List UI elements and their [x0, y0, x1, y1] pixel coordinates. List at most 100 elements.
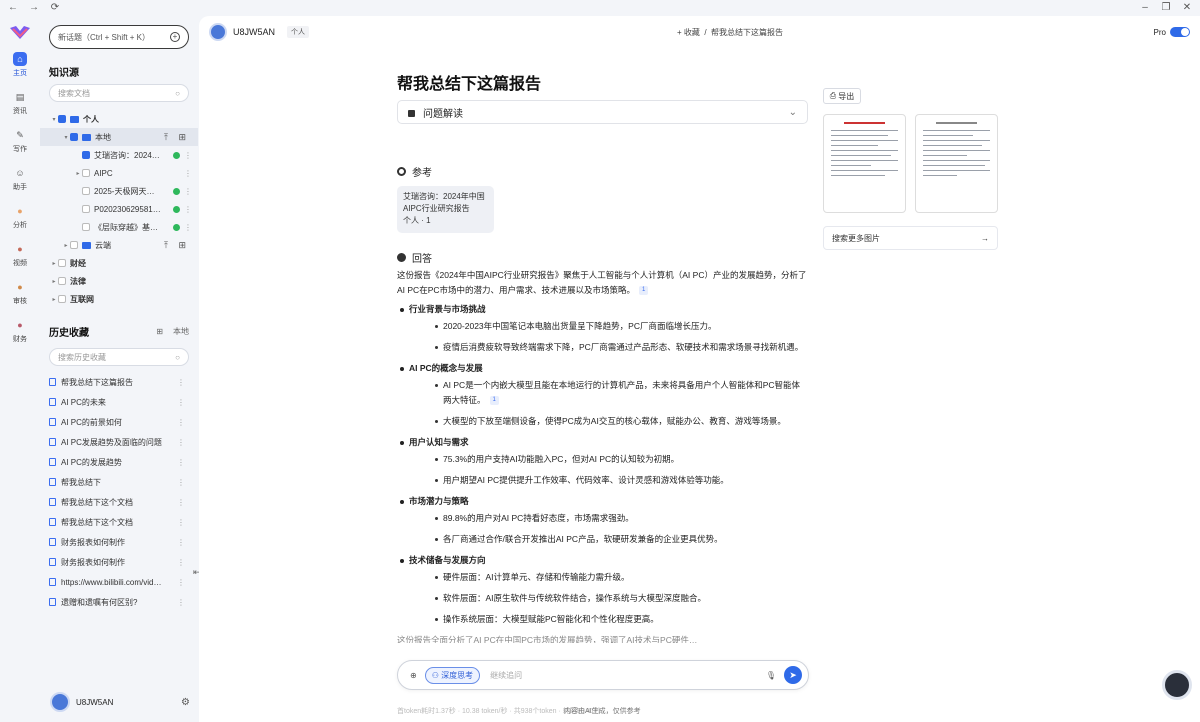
- more-icon[interactable]: ⋮: [177, 498, 185, 507]
- checkbox[interactable]: [70, 133, 78, 141]
- rail-item-1[interactable]: ▤ 资讯: [2, 90, 38, 116]
- add-folder-icon[interactable]: ⊞: [156, 327, 163, 336]
- checkbox[interactable]: [82, 187, 90, 195]
- chevron-icon[interactable]: ▸: [74, 170, 82, 177]
- history-item[interactable]: AI PC的未来 ⋮: [49, 392, 189, 412]
- history-item[interactable]: 帮我总结下这个文档 ⋮: [49, 492, 189, 512]
- rail-item-0[interactable]: ⌂ 主页: [2, 52, 38, 78]
- history-item[interactable]: 帮我总结下这个文档 ⋮: [49, 512, 189, 532]
- history-search-input[interactable]: 搜索历史收藏 ○: [49, 348, 189, 366]
- upload-icon[interactable]: ⤒: [164, 240, 168, 251]
- tree-row[interactable]: ▸ 互联网: [40, 290, 198, 308]
- more-icon[interactable]: ⋮: [177, 518, 185, 527]
- attach-plus-icon[interactable]: ⊕: [410, 671, 417, 680]
- add-folder-icon[interactable]: ⊞: [178, 240, 186, 251]
- rail-item-3[interactable]: ☺ 助手: [2, 166, 38, 192]
- kb-search-input[interactable]: 搜索文档 ○: [49, 84, 189, 102]
- tree-row[interactable]: 《层际穿越》基… ⋮: [40, 218, 198, 236]
- history-item[interactable]: AI PC的发展趋势 ⋮: [49, 452, 189, 472]
- checkbox[interactable]: [58, 277, 66, 285]
- rail-item-5[interactable]: ● 视频: [2, 242, 38, 268]
- rail-item-6[interactable]: ● 审核: [2, 280, 38, 306]
- tree-row[interactable]: ▸ 云端 ⤒ ⊞: [40, 236, 198, 254]
- pro-toggle[interactable]: [1170, 27, 1190, 37]
- checkbox[interactable]: [82, 169, 90, 177]
- more-images-button[interactable]: 搜索更多图片 →: [823, 226, 998, 250]
- tree-row[interactable]: ▾ 本地 ⤒ ⊞: [40, 128, 198, 146]
- history-item[interactable]: AI PC发展趋势及面临的问题 ⋮: [49, 432, 189, 452]
- tree-row[interactable]: ▾ 个人: [40, 110, 198, 128]
- more-icon[interactable]: ⋮: [177, 538, 185, 547]
- history-item[interactable]: 财务报表如何制作 ⋮: [49, 552, 189, 572]
- checkbox[interactable]: [58, 295, 66, 303]
- more-icon[interactable]: ⋮: [177, 438, 185, 447]
- checkbox[interactable]: [70, 241, 78, 249]
- more-icon[interactable]: ⋮: [184, 169, 192, 178]
- minimize-icon[interactable]: –: [1140, 3, 1150, 13]
- avatar[interactable]: [50, 692, 70, 712]
- add-folder-icon[interactable]: ⊞: [178, 132, 186, 143]
- checkbox[interactable]: [82, 151, 90, 159]
- maximize-icon[interactable]: ❐: [1161, 3, 1171, 13]
- document-thumbnail[interactable]: [823, 114, 906, 213]
- chat-input-field[interactable]: 继续追问: [490, 670, 766, 681]
- history-item[interactable]: AI PC的前景如何 ⋮: [49, 412, 189, 432]
- tree-row[interactable]: ▸ 财经: [40, 254, 198, 272]
- chevron-icon[interactable]: ▸: [50, 260, 58, 267]
- checkbox[interactable]: [58, 259, 66, 267]
- pro-switch[interactable]: Pro: [1154, 27, 1190, 37]
- history-item[interactable]: 帮我总结下 ⋮: [49, 472, 189, 492]
- chat-input-bar[interactable]: ⊕ ⚇ 深度思考 继续追问 🎙 ➤: [397, 660, 809, 690]
- close-icon[interactable]: ✕: [1182, 3, 1192, 13]
- deep-thinking-toggle[interactable]: ⚇ 深度思考: [424, 666, 481, 684]
- document-thumbnail[interactable]: [915, 114, 998, 213]
- more-icon[interactable]: ⋮: [177, 478, 185, 487]
- microphone-icon[interactable]: 🎙: [766, 671, 776, 680]
- reference-card[interactable]: 艾瑞咨询：2024年中国AIPC行业研究报告 个人 · 1: [397, 186, 494, 233]
- tree-row[interactable]: P020230629581… ⋮: [40, 200, 198, 218]
- history-item[interactable]: 财务报表如何制作 ⋮: [49, 532, 189, 552]
- more-icon[interactable]: ⋮: [184, 151, 192, 160]
- more-icon[interactable]: ⋮: [177, 378, 185, 387]
- checkbox[interactable]: [58, 115, 66, 123]
- refresh-icon[interactable]: ⟳: [50, 3, 60, 13]
- more-icon[interactable]: ⋮: [184, 187, 192, 196]
- chevron-icon[interactable]: ▸: [62, 242, 70, 249]
- more-icon[interactable]: ⋮: [177, 598, 185, 607]
- new-chat-button[interactable]: 新话题（Ctrl + Shift + K） +: [49, 25, 189, 49]
- more-icon[interactable]: ⋮: [177, 558, 185, 567]
- more-icon[interactable]: ⋮: [177, 398, 185, 407]
- settings-gear-icon[interactable]: ⚙: [181, 697, 190, 708]
- chevron-icon[interactable]: ▾: [62, 134, 70, 141]
- assistant-robot-avatar[interactable]: [1162, 670, 1192, 700]
- upload-icon[interactable]: ⤒: [164, 132, 168, 143]
- more-icon[interactable]: ⋮: [177, 418, 185, 427]
- rail-item-4[interactable]: ● 分析: [2, 204, 38, 230]
- forward-icon[interactable]: →: [29, 3, 39, 13]
- back-icon[interactable]: ←: [8, 3, 18, 13]
- tree-row[interactable]: ▸ 法律: [40, 272, 198, 290]
- avatar[interactable]: [209, 23, 227, 41]
- export-button[interactable]: ⎙ 导出: [823, 88, 861, 104]
- tree-row[interactable]: ▸ AIPC ⋮: [40, 164, 198, 182]
- favorite-link[interactable]: + 收藏: [677, 28, 700, 37]
- chevron-icon[interactable]: ▸: [50, 296, 58, 303]
- history-scope-select[interactable]: 本地: [173, 326, 189, 337]
- citation-badge[interactable]: 1: [489, 396, 499, 406]
- checkbox[interactable]: [82, 223, 90, 231]
- rail-item-7[interactable]: ● 财务: [2, 318, 38, 344]
- citation-badge[interactable]: 1: [639, 286, 649, 296]
- rail-item-2[interactable]: ✎ 写作: [2, 128, 38, 154]
- more-icon[interactable]: ⋮: [184, 205, 192, 214]
- checkbox[interactable]: [82, 205, 90, 213]
- history-item[interactable]: 帮我总结下这篇报告 ⋮: [49, 372, 189, 392]
- history-item[interactable]: https://www.bilibili.com/vid… ⋮: [49, 572, 189, 592]
- tree-row[interactable]: 2025-天极网天… ⋮: [40, 182, 198, 200]
- more-icon[interactable]: ⋮: [184, 223, 192, 232]
- send-button[interactable]: ➤: [784, 666, 802, 684]
- more-icon[interactable]: ⋮: [177, 458, 185, 467]
- tree-row[interactable]: 艾瑞咨询：2024… ⋮: [40, 146, 198, 164]
- more-icon[interactable]: ⋮: [177, 578, 185, 587]
- chevron-icon[interactable]: ▸: [50, 278, 58, 285]
- question-interpret-dropdown[interactable]: 问题解读 ⌄: [397, 100, 808, 124]
